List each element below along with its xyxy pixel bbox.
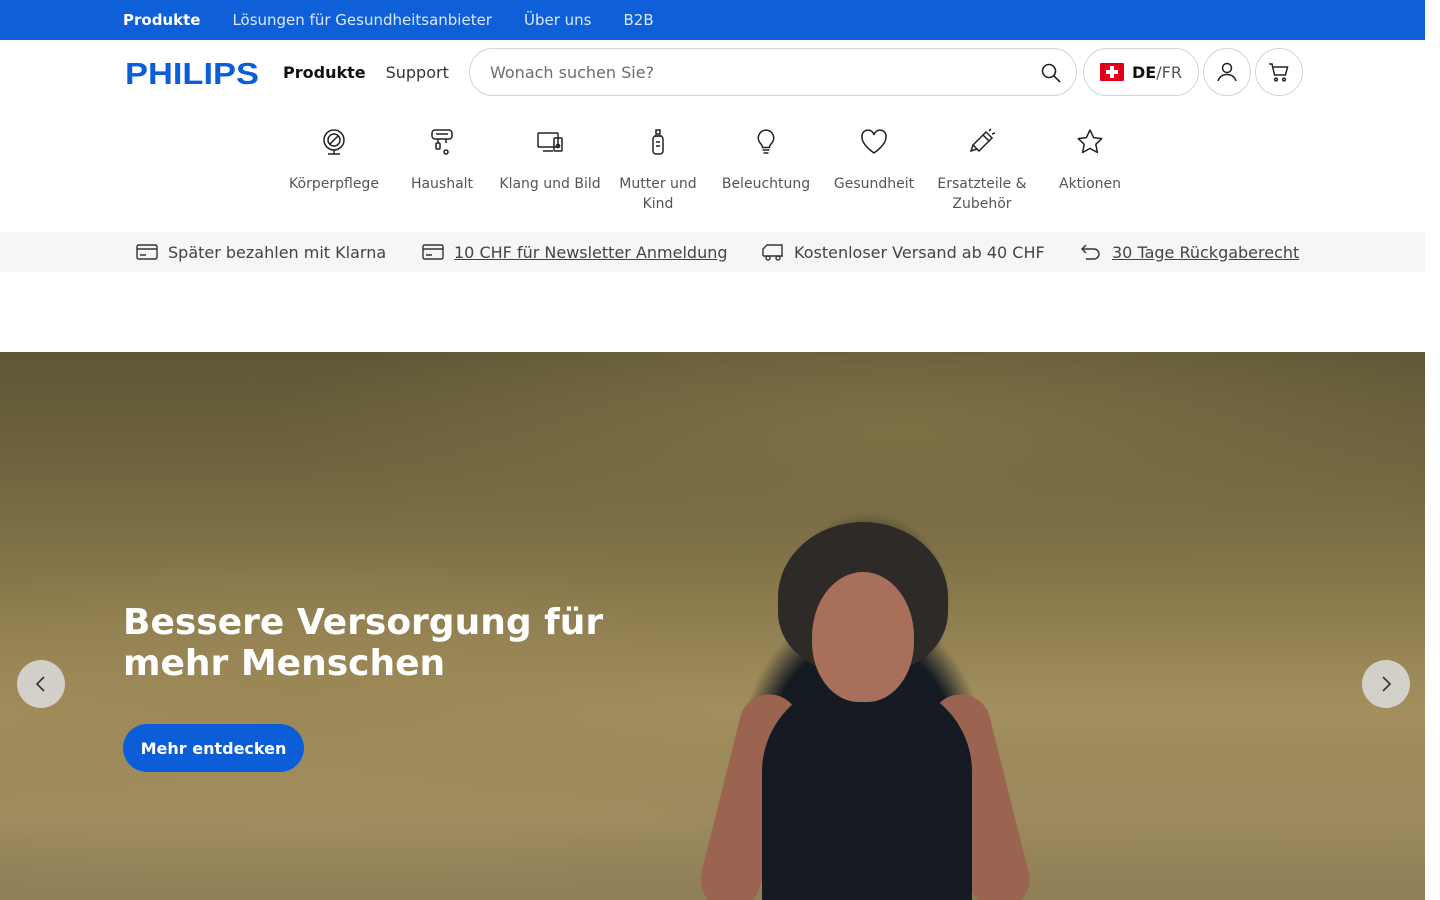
truck-icon bbox=[762, 244, 783, 261]
header: PHILIPS Produkte Support DE/FR bbox=[0, 40, 1425, 104]
category-klang-und-bild[interactable]: Klang und Bild bbox=[496, 124, 604, 214]
hero-banner: Bessere Versorgung für mehr Menschen Meh… bbox=[0, 352, 1425, 900]
category-label: Körperpflege bbox=[289, 176, 379, 192]
nav-produkte[interactable]: Produkte bbox=[283, 63, 366, 82]
card-icon bbox=[422, 244, 444, 260]
category-label: Klang und Bild bbox=[499, 176, 601, 192]
top-link-produkte[interactable]: Produkte bbox=[123, 11, 200, 29]
usp-bar: Später bezahlen mit Klarna 10 CHF für Ne… bbox=[0, 232, 1425, 272]
category-mutter-und-kind[interactable]: Mutter und Kind bbox=[604, 124, 712, 214]
search-icon[interactable] bbox=[1038, 60, 1064, 86]
card-icon bbox=[136, 244, 158, 260]
hero-image-detail bbox=[812, 572, 914, 702]
category-label: Aktionen bbox=[1059, 176, 1121, 192]
usp-newsletter[interactable]: 10 CHF für Newsletter Anmeldung bbox=[422, 232, 728, 272]
cart-icon bbox=[1269, 63, 1289, 82]
chevron-left-icon bbox=[35, 676, 45, 692]
category-haushalt[interactable]: Haushalt bbox=[388, 124, 496, 214]
household-icon bbox=[426, 124, 458, 160]
category-aktionen[interactable]: Aktionen bbox=[1036, 124, 1144, 214]
usp-klarna: Später bezahlen mit Klarna bbox=[136, 232, 386, 272]
usp-label: Später bezahlen mit Klarna bbox=[168, 242, 387, 262]
star-icon bbox=[1074, 124, 1106, 160]
usp-link[interactable]: 30 Tage Rückgaberecht bbox=[1112, 243, 1299, 262]
baby-bottle-icon bbox=[642, 124, 674, 160]
lightbulb-icon bbox=[750, 124, 782, 160]
parts-icon bbox=[966, 124, 998, 160]
carousel-prev-button[interactable] bbox=[17, 660, 65, 708]
heart-icon bbox=[858, 124, 890, 160]
category-label: Haushalt bbox=[410, 176, 474, 192]
category-ersatzteile[interactable]: Ersatzteile & Zubehör bbox=[928, 124, 1036, 214]
user-icon bbox=[1217, 62, 1237, 82]
category-label: Ersatzteile & Zubehör bbox=[937, 176, 1027, 212]
nav-support[interactable]: Support bbox=[386, 63, 449, 82]
account-button[interactable] bbox=[1203, 48, 1251, 96]
chevron-right-icon bbox=[1382, 676, 1392, 692]
main-nav: Produkte Support bbox=[283, 60, 449, 84]
category-beleuchtung[interactable]: Beleuchtung bbox=[712, 124, 820, 214]
mehr-entdecken-button[interactable]: Mehr entdecken bbox=[123, 724, 304, 772]
lang-active: DE bbox=[1132, 62, 1157, 82]
sound-vision-icon bbox=[534, 124, 566, 160]
category-label: Mutter und Kind bbox=[619, 176, 697, 212]
usp-label: Kostenloser Versand ab 40 CHF bbox=[794, 242, 1045, 262]
category-label: Beleuchtung bbox=[721, 176, 811, 192]
language-label: DE/FR bbox=[1132, 63, 1182, 82]
top-link-loesungen[interactable]: Lösungen für Gesundheitsanbieter bbox=[232, 11, 492, 29]
top-bar-links: Produkte Lösungen für Gesundheitsanbiete… bbox=[123, 0, 654, 40]
swiss-flag-icon bbox=[1100, 63, 1124, 81]
cart-button[interactable] bbox=[1255, 48, 1303, 96]
logo-text: PHILIPS bbox=[125, 56, 259, 89]
hero-image-detail bbox=[762, 682, 972, 900]
category-nav: Körperpflege Haushalt Klang und Bild Mut… bbox=[280, 124, 1144, 214]
usp-versand: Kostenloser Versand ab 40 CHF bbox=[762, 232, 1045, 272]
top-bar: Produkte Lösungen für Gesundheitsanbiete… bbox=[0, 0, 1425, 40]
top-link-ueber-uns[interactable]: Über uns bbox=[524, 11, 592, 29]
top-link-b2b[interactable]: B2B bbox=[623, 11, 653, 29]
category-gesundheit[interactable]: Gesundheit bbox=[820, 124, 928, 214]
language-switcher[interactable]: DE/FR bbox=[1083, 48, 1199, 96]
lang-other[interactable]: FR bbox=[1162, 63, 1182, 82]
search-box bbox=[469, 48, 1077, 96]
hero-title: Bessere Versorgung für mehr Menschen bbox=[123, 602, 604, 684]
personal-care-icon bbox=[318, 124, 350, 160]
usp-link[interactable]: 10 CHF für Newsletter Anmeldung bbox=[454, 243, 728, 262]
usp-rueckgabe[interactable]: 30 Tage Rückgaberecht bbox=[1080, 232, 1299, 272]
carousel-next-button[interactable] bbox=[1362, 660, 1410, 708]
philips-logo[interactable]: PHILIPS bbox=[125, 55, 259, 89]
return-icon bbox=[1081, 244, 1100, 260]
search-input[interactable] bbox=[490, 59, 1020, 85]
category-label: Gesundheit bbox=[833, 176, 915, 192]
category-koerperpflege[interactable]: Körperpflege bbox=[280, 124, 388, 214]
